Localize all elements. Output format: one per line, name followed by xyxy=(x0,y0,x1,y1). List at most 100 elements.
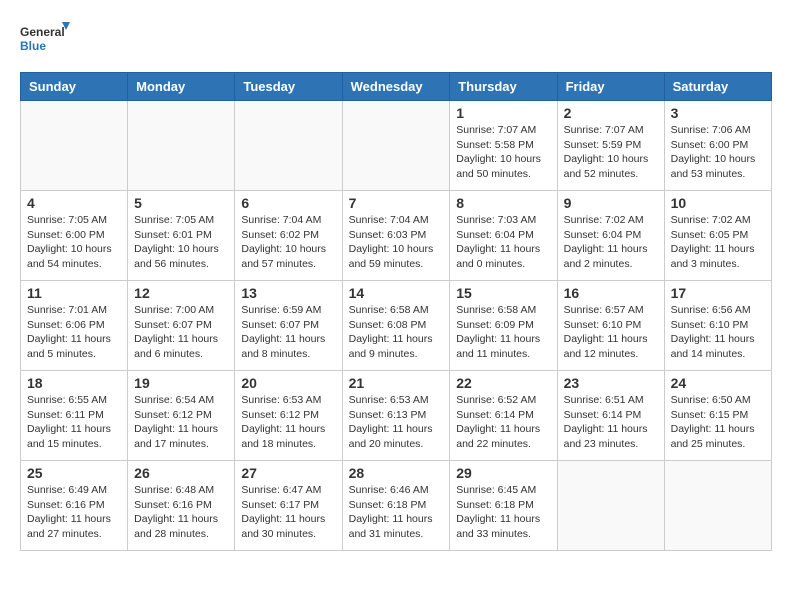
day-info: Sunrise: 6:53 AMSunset: 6:12 PMDaylight:… xyxy=(241,393,335,452)
day-cell: 21 Sunrise: 6:53 AMSunset: 6:13 PMDayligh… xyxy=(342,371,450,461)
day-number: 12 xyxy=(134,285,228,301)
day-info: Sunrise: 7:07 AMSunset: 5:58 PMDaylight:… xyxy=(456,123,550,182)
day-cell xyxy=(21,101,128,191)
day-number: 2 xyxy=(564,105,658,121)
day-info: Sunrise: 6:52 AMSunset: 6:14 PMDaylight:… xyxy=(456,393,550,452)
day-cell xyxy=(557,461,664,551)
day-info: Sunrise: 7:04 AMSunset: 6:02 PMDaylight:… xyxy=(241,213,335,272)
day-info: Sunrise: 6:49 AMSunset: 6:16 PMDaylight:… xyxy=(27,483,121,542)
day-cell: 4 Sunrise: 7:05 AMSunset: 6:00 PMDaylight… xyxy=(21,191,128,281)
day-cell: 28 Sunrise: 6:46 AMSunset: 6:18 PMDayligh… xyxy=(342,461,450,551)
day-cell: 18 Sunrise: 6:55 AMSunset: 6:11 PMDayligh… xyxy=(21,371,128,461)
day-cell: 6 Sunrise: 7:04 AMSunset: 6:02 PMDaylight… xyxy=(235,191,342,281)
col-header-sunday: Sunday xyxy=(21,73,128,101)
day-number: 25 xyxy=(27,465,121,481)
day-info: Sunrise: 7:02 AMSunset: 6:05 PMDaylight:… xyxy=(671,213,765,272)
day-cell: 25 Sunrise: 6:49 AMSunset: 6:16 PMDayligh… xyxy=(21,461,128,551)
col-header-saturday: Saturday xyxy=(664,73,771,101)
day-number: 27 xyxy=(241,465,335,481)
day-number: 1 xyxy=(456,105,550,121)
day-cell: 26 Sunrise: 6:48 AMSunset: 6:16 PMDayligh… xyxy=(128,461,235,551)
week-row-2: 4 Sunrise: 7:05 AMSunset: 6:00 PMDaylight… xyxy=(21,191,772,281)
day-number: 4 xyxy=(27,195,121,211)
day-number: 3 xyxy=(671,105,765,121)
week-row-1: 1 Sunrise: 7:07 AMSunset: 5:58 PMDaylight… xyxy=(21,101,772,191)
day-info: Sunrise: 6:54 AMSunset: 6:12 PMDaylight:… xyxy=(134,393,228,452)
day-number: 21 xyxy=(349,375,444,391)
day-info: Sunrise: 6:53 AMSunset: 6:13 PMDaylight:… xyxy=(349,393,444,452)
day-info: Sunrise: 6:56 AMSunset: 6:10 PMDaylight:… xyxy=(671,303,765,362)
day-info: Sunrise: 7:04 AMSunset: 6:03 PMDaylight:… xyxy=(349,213,444,272)
day-cell: 17 Sunrise: 6:56 AMSunset: 6:10 PMDayligh… xyxy=(664,281,771,371)
day-cell: 11 Sunrise: 7:01 AMSunset: 6:06 PMDayligh… xyxy=(21,281,128,371)
day-info: Sunrise: 6:58 AMSunset: 6:08 PMDaylight:… xyxy=(349,303,444,362)
day-cell xyxy=(664,461,771,551)
week-row-5: 25 Sunrise: 6:49 AMSunset: 6:16 PMDayligh… xyxy=(21,461,772,551)
day-cell xyxy=(235,101,342,191)
logo: General Blue xyxy=(20,20,70,62)
logo-svg: General Blue xyxy=(20,20,70,62)
col-header-tuesday: Tuesday xyxy=(235,73,342,101)
day-info: Sunrise: 6:45 AMSunset: 6:18 PMDaylight:… xyxy=(456,483,550,542)
day-cell: 10Sunrise: 7:02 AMSunset: 6:05 PMDayligh… xyxy=(664,191,771,281)
day-cell: 27 Sunrise: 6:47 AMSunset: 6:17 PMDayligh… xyxy=(235,461,342,551)
day-cell: 1 Sunrise: 7:07 AMSunset: 5:58 PMDaylight… xyxy=(450,101,557,191)
day-number: 24 xyxy=(671,375,765,391)
day-cell: 16 Sunrise: 6:57 AMSunset: 6:10 PMDayligh… xyxy=(557,281,664,371)
day-info: Sunrise: 6:58 AMSunset: 6:09 PMDaylight:… xyxy=(456,303,550,362)
day-number: 11 xyxy=(27,285,121,301)
col-header-monday: Monday xyxy=(128,73,235,101)
calendar-table: SundayMondayTuesdayWednesdayThursdayFrid… xyxy=(20,72,772,551)
day-cell: 14 Sunrise: 6:58 AMSunset: 6:08 PMDayligh… xyxy=(342,281,450,371)
svg-text:General: General xyxy=(20,25,65,39)
day-info: Sunrise: 7:02 AMSunset: 6:04 PMDaylight:… xyxy=(564,213,658,272)
day-info: Sunrise: 6:50 AMSunset: 6:15 PMDaylight:… xyxy=(671,393,765,452)
day-info: Sunrise: 6:48 AMSunset: 6:16 PMDaylight:… xyxy=(134,483,228,542)
week-row-4: 18 Sunrise: 6:55 AMSunset: 6:11 PMDayligh… xyxy=(21,371,772,461)
day-info: Sunrise: 7:05 AMSunset: 6:01 PMDaylight:… xyxy=(134,213,228,272)
day-cell: 24 Sunrise: 6:50 AMSunset: 6:15 PMDayligh… xyxy=(664,371,771,461)
day-info: Sunrise: 6:57 AMSunset: 6:10 PMDaylight:… xyxy=(564,303,658,362)
day-info: Sunrise: 6:51 AMSunset: 6:14 PMDaylight:… xyxy=(564,393,658,452)
day-number: 5 xyxy=(134,195,228,211)
day-number: 18 xyxy=(27,375,121,391)
day-cell xyxy=(128,101,235,191)
col-header-friday: Friday xyxy=(557,73,664,101)
day-number: 23 xyxy=(564,375,658,391)
day-cell: 22 Sunrise: 6:52 AMSunset: 6:14 PMDayligh… xyxy=(450,371,557,461)
day-number: 6 xyxy=(241,195,335,211)
day-number: 7 xyxy=(349,195,444,211)
day-number: 17 xyxy=(671,285,765,301)
header: General Blue xyxy=(20,20,772,62)
day-cell: 15 Sunrise: 6:58 AMSunset: 6:09 PMDayligh… xyxy=(450,281,557,371)
day-cell: 9 Sunrise: 7:02 AMSunset: 6:04 PMDaylight… xyxy=(557,191,664,281)
svg-text:Blue: Blue xyxy=(20,39,46,53)
col-header-thursday: Thursday xyxy=(450,73,557,101)
day-info: Sunrise: 7:03 AMSunset: 6:04 PMDaylight:… xyxy=(456,213,550,272)
day-info: Sunrise: 7:06 AMSunset: 6:00 PMDaylight:… xyxy=(671,123,765,182)
day-info: Sunrise: 6:46 AMSunset: 6:18 PMDaylight:… xyxy=(349,483,444,542)
day-number: 26 xyxy=(134,465,228,481)
day-number: 28 xyxy=(349,465,444,481)
day-number: 9 xyxy=(564,195,658,211)
day-info: Sunrise: 6:55 AMSunset: 6:11 PMDaylight:… xyxy=(27,393,121,452)
day-cell: 12 Sunrise: 7:00 AMSunset: 6:07 PMDayligh… xyxy=(128,281,235,371)
day-number: 22 xyxy=(456,375,550,391)
calendar-header-row: SundayMondayTuesdayWednesdayThursdayFrid… xyxy=(21,73,772,101)
day-number: 16 xyxy=(564,285,658,301)
day-info: Sunrise: 7:01 AMSunset: 6:06 PMDaylight:… xyxy=(27,303,121,362)
day-cell: 19Sunrise: 6:54 AMSunset: 6:12 PMDayligh… xyxy=(128,371,235,461)
day-number: 14 xyxy=(349,285,444,301)
day-cell: 8 Sunrise: 7:03 AMSunset: 6:04 PMDaylight… xyxy=(450,191,557,281)
col-header-wednesday: Wednesday xyxy=(342,73,450,101)
day-info: Sunrise: 7:00 AMSunset: 6:07 PMDaylight:… xyxy=(134,303,228,362)
day-info: Sunrise: 6:47 AMSunset: 6:17 PMDaylight:… xyxy=(241,483,335,542)
day-number: 20 xyxy=(241,375,335,391)
day-info: Sunrise: 7:05 AMSunset: 6:00 PMDaylight:… xyxy=(27,213,121,272)
day-cell xyxy=(342,101,450,191)
day-cell: 2Sunrise: 7:07 AMSunset: 5:59 PMDaylight… xyxy=(557,101,664,191)
day-number: 8 xyxy=(456,195,550,211)
week-row-3: 11 Sunrise: 7:01 AMSunset: 6:06 PMDayligh… xyxy=(21,281,772,371)
day-cell: 29Sunrise: 6:45 AMSunset: 6:18 PMDayligh… xyxy=(450,461,557,551)
day-number: 15 xyxy=(456,285,550,301)
